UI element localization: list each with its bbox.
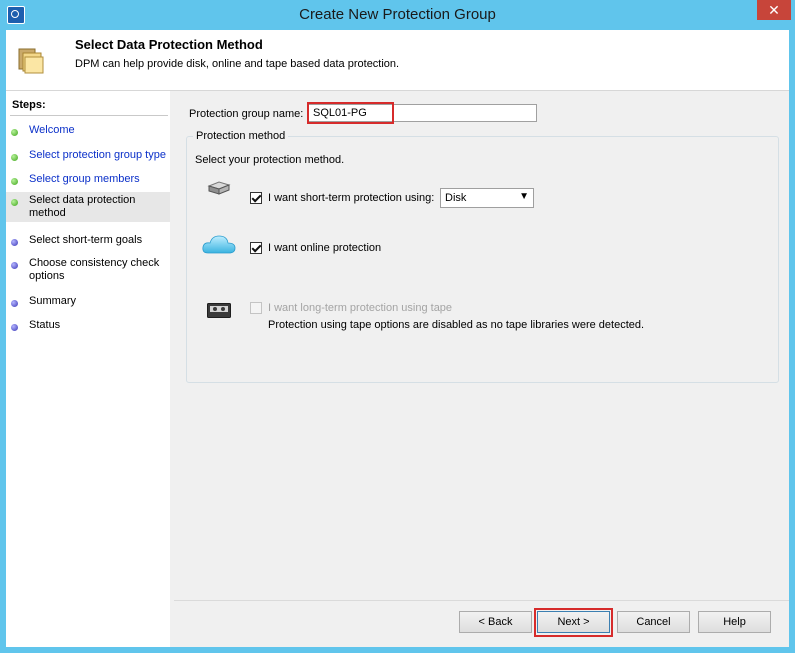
title-bar: Create New Protection Group ✕ (0, 0, 795, 30)
help-button[interactable]: Help (698, 611, 771, 633)
protection-method-group: Protection method Select your protection… (186, 130, 779, 383)
cancel-button[interactable]: Cancel (617, 611, 690, 633)
step-status: Status (6, 317, 170, 334)
steps-heading: Steps: (12, 99, 46, 111)
step-label[interactable]: Select group members (29, 173, 167, 186)
group-description: Select your protection method. (195, 154, 345, 166)
wizard-header: Select Data Protection Method DPM can he… (6, 30, 789, 91)
window-title: Create New Protection Group (299, 6, 496, 23)
group-title: Protection method (193, 130, 289, 142)
chevron-down-icon: ▼ (519, 191, 529, 202)
step-select-short-term-goals: Select short-term goals (6, 232, 170, 249)
step-summary: Summary (6, 293, 170, 310)
tape-icon (207, 303, 231, 318)
step-pending-icon (11, 300, 18, 307)
step-complete-icon (11, 129, 18, 136)
steps-panel: Steps: Welcome Select protection group t… (6, 91, 170, 647)
step-pending-icon (11, 239, 18, 246)
step-current-icon (11, 199, 18, 206)
step-welcome[interactable]: Welcome (6, 122, 170, 139)
step-label: Choose consistency check options (29, 257, 160, 282)
step-label: Select short-term goals (29, 234, 143, 246)
short-term-method-select[interactable]: Disk ▼ (440, 188, 534, 208)
main-panel: Protection group name: Protection method… (174, 91, 789, 647)
step-pending-icon (11, 262, 18, 269)
online-protection-checkbox[interactable] (250, 242, 262, 254)
tape-disabled-note: Protection using tape options are disabl… (268, 319, 645, 331)
tape-protection-label: I want long-term protection using tape (268, 302, 453, 314)
step-label: Summary (29, 295, 77, 307)
step-label[interactable]: Welcome (29, 124, 167, 137)
disk-icon (207, 181, 231, 195)
step-choose-consistency-check-options: Choose consistency check options (6, 255, 170, 285)
tape-protection-checkbox[interactable] (250, 302, 262, 314)
page-title: Select Data Protection Method (75, 37, 263, 52)
step-complete-icon (11, 154, 18, 161)
selected-option: Disk (445, 192, 467, 204)
short-term-checkbox[interactable] (250, 192, 262, 204)
step-label: Status (29, 319, 61, 331)
close-button[interactable]: ✕ (757, 0, 791, 20)
footer-divider (174, 600, 789, 601)
back-button[interactable]: < Back (459, 611, 532, 633)
dialog-client: Select Data Protection Method DPM can he… (6, 30, 789, 647)
folders-icon (18, 48, 44, 74)
step-select-data-protection-method: Select data protection method (6, 192, 170, 222)
step-select-group-members[interactable]: Select group members (6, 171, 170, 188)
highlight-box (534, 608, 613, 637)
online-protection-label: I want online protection (268, 242, 382, 254)
protection-group-name-input[interactable] (308, 104, 537, 122)
page-subtitle: DPM can help provide disk, online and ta… (75, 58, 400, 70)
step-complete-icon (11, 178, 18, 185)
step-label[interactable]: Select protection group type (29, 149, 167, 162)
step-label: Select data protection method (29, 194, 136, 219)
step-pending-icon (11, 324, 18, 331)
steps-divider (10, 115, 168, 116)
protection-group-name-label: Protection group name: (189, 108, 304, 120)
step-select-protection-group-type[interactable]: Select protection group type (6, 147, 170, 164)
cloud-icon (202, 235, 236, 254)
short-term-label: I want short-term protection using: (268, 192, 435, 204)
